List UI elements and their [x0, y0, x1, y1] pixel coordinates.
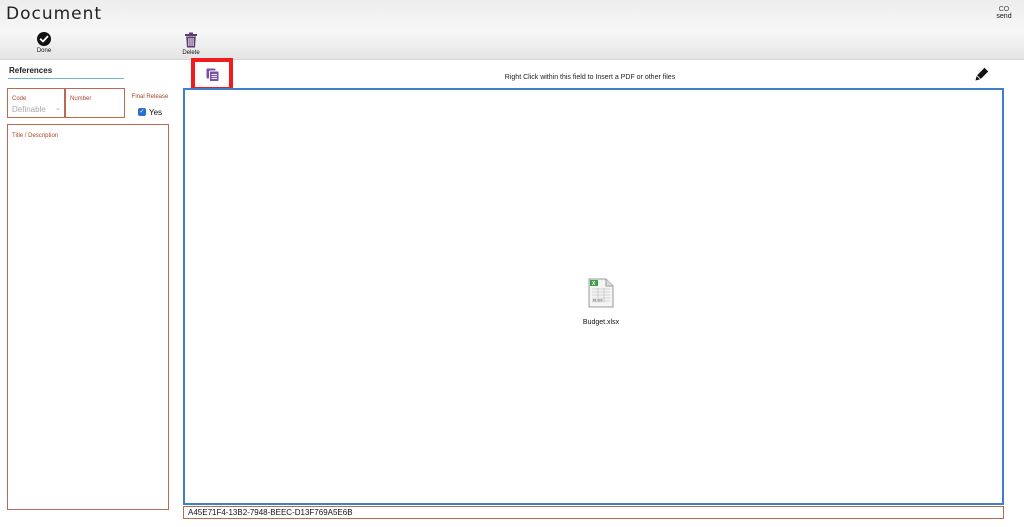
file-item[interactable]: X XLSX Budget.xlsx [571, 278, 631, 329]
done-label: Done [36, 48, 52, 54]
description-textarea[interactable]: Title / Description [7, 124, 169, 510]
drop-instruction: Right Click within this field to Insert … [504, 74, 676, 81]
page-title: Document [6, 4, 103, 24]
final-release-option-label: Yes [148, 107, 163, 117]
file-type-badge: XLSX [593, 298, 604, 303]
number-label: Number [70, 96, 92, 102]
send-button[interactable]: CO send [990, 6, 1018, 20]
send-label: send [996, 13, 1012, 20]
delete-label: Delete [182, 50, 200, 56]
code-value: Definable [12, 105, 46, 114]
final-release-checkbox[interactable]: ✓ Yes [137, 107, 163, 117]
checkmark-circle-icon [37, 32, 51, 46]
excel-file-icon: X XLSX [588, 278, 614, 308]
file-name: Budget.xlsx [582, 319, 620, 326]
copy-pages-button[interactable] [191, 58, 233, 91]
delete-button[interactable]: Delete [176, 32, 206, 56]
description-label: Title / Description [12, 133, 59, 139]
code-select[interactable]: Code Definable ⌄ [7, 88, 65, 118]
number-field[interactable]: Number [65, 88, 125, 118]
final-release-label: Final Release [131, 94, 169, 100]
copy-pages-icon [206, 68, 220, 82]
send-icon: CO [998, 6, 1010, 13]
references-underline [8, 78, 124, 79]
code-label: Code [12, 96, 27, 102]
final-release-group: Final Release ✓ Yes [128, 94, 172, 118]
checkmark-icon: ✓ [137, 108, 146, 116]
file-drop-area[interactable]: X XLSX Budget.xlsx [183, 88, 1004, 505]
document-guid-field: A45E71F4-13B2-7948-BEEC-D13F769A5E6B [183, 506, 1004, 519]
done-button[interactable]: Done [30, 32, 58, 54]
top-toolbar: Document Done Delete CO send [0, 0, 1024, 60]
chevron-down-icon: ⌄ [55, 105, 61, 112]
references-header: References [9, 66, 53, 75]
pen-icon[interactable] [975, 67, 989, 86]
trash-icon [185, 32, 197, 48]
